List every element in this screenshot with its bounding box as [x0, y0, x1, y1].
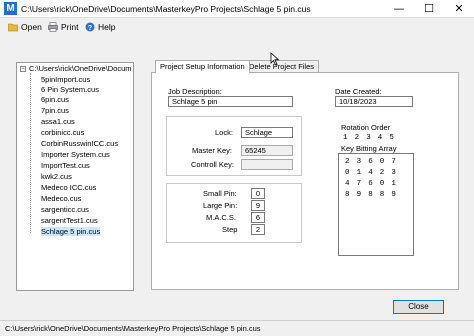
master-key-label: Master Key: — [192, 146, 233, 155]
close-window-button[interactable]: ✕ — [444, 0, 474, 18]
tree-item[interactable]: 7pin.cus — [41, 106, 69, 115]
date-created-input[interactable]: 10/18/2023 — [335, 96, 413, 107]
macs-field[interactable]: 6 — [251, 212, 265, 223]
master-key-field: 65245 — [241, 145, 293, 156]
lock-label: Lock: — [215, 128, 233, 137]
small-pin-label: Small Pin: — [203, 189, 237, 198]
tree-item[interactable]: sargenticc.cus — [41, 205, 89, 214]
project-setup-panel: Job Description: Schlage 5 pin Date Crea… — [151, 72, 459, 290]
tree-item[interactable]: Importer System.cus — [41, 150, 110, 159]
help-icon: ? — [85, 22, 95, 32]
close-button[interactable]: Close — [393, 300, 444, 314]
mouse-cursor-icon — [270, 52, 280, 66]
status-bar: C:\Users\rick\OneDrive\Documents\Masterk… — [0, 320, 474, 336]
tree-item[interactable]: 6pin.cus — [41, 95, 69, 104]
maximize-button[interactable]: ☐ — [414, 0, 444, 18]
tree-root[interactable]: C:\Users\rick\OneDrive\Docum — [29, 64, 132, 73]
step-field[interactable]: 2 — [251, 224, 265, 235]
key-bitting-array-label: Key Bitting Array — [341, 144, 397, 153]
open-menu-item[interactable]: Open — [8, 21, 42, 33]
bitting-row: 2 3 6 0 7 — [345, 158, 398, 166]
job-description-input[interactable]: Schlage 5 pin — [168, 96, 293, 107]
collapse-icon[interactable]: − — [20, 66, 26, 72]
tree-item[interactable]: ImportTest.cus — [41, 161, 90, 170]
rotation-order-label: Rotation Order — [341, 123, 391, 132]
help-menu-item[interactable]: ? Help — [85, 21, 115, 33]
folder-icon — [8, 23, 18, 32]
title-bar: M C:\Users\rick\OneDrive\Documents\Maste… — [0, 0, 474, 18]
help-label: Help — [98, 22, 116, 32]
key-bitting-array[interactable]: 2 3 6 0 7 0 1 4 2 3 4 7 6 0 1 8 9 8 8 9 — [338, 153, 414, 256]
bitting-row: 0 1 4 2 3 — [345, 169, 398, 177]
job-description-label: Job Description: — [168, 87, 222, 96]
step-label: Step — [222, 225, 238, 234]
tree-item[interactable]: 5pinImport.cus — [41, 75, 90, 84]
tree-item[interactable]: sargentTest1.cus — [41, 216, 98, 225]
lock-groupbox: Lock: Schlage Master Key: 65245 Controll… — [166, 116, 302, 176]
tree-item[interactable]: Medeco ICC.cus — [41, 183, 96, 192]
date-created-label: Date Created: — [335, 87, 382, 96]
bitting-row: 8 9 8 8 9 — [345, 191, 398, 199]
menu-bar: Open Print ? Help — [0, 19, 474, 35]
rotation-order-value: 1 2 3 4 5 — [343, 134, 396, 142]
print-label: Print — [61, 22, 79, 32]
tree-item[interactable]: CorbinRusswinICC.cus — [41, 139, 118, 148]
svg-text:?: ? — [88, 25, 92, 32]
tab-control: Project Setup Information Delete Project… — [151, 60, 459, 290]
tree-item-selected[interactable]: Schlage 5 pin.cus — [41, 227, 101, 236]
tab-project-setup[interactable]: Project Setup Information — [155, 60, 250, 73]
printer-icon — [48, 22, 58, 32]
bitting-row: 4 7 6 0 1 — [345, 180, 398, 188]
file-tree[interactable]: − C:\Users\rick\OneDrive\Docum 5pinImpor… — [16, 62, 134, 291]
pin-settings-groupbox: Small Pin: 0 Large Pin: 9 M.A.C.S. 6 Ste… — [166, 183, 302, 243]
tree-item[interactable]: kwk2.cus — [41, 172, 72, 181]
macs-label: M.A.C.S. — [206, 213, 237, 222]
tree-item[interactable]: corbinicc.cus — [41, 128, 84, 137]
tree-item[interactable]: Medeco.cus — [41, 194, 81, 203]
tree-connector-line — [30, 73, 31, 233]
tree-item[interactable]: 6 Pin System.cus — [41, 85, 99, 94]
control-key-label: Controll Key: — [191, 160, 234, 169]
tab-delete-project-files[interactable]: Delete Project Files — [244, 60, 320, 72]
large-pin-label: Large Pin: — [203, 201, 238, 210]
status-path: C:\Users\rick\OneDrive\Documents\Masterk… — [5, 324, 261, 333]
print-menu-item[interactable]: Print — [48, 21, 78, 33]
control-key-field — [241, 159, 293, 170]
window-title: C:\Users\rick\OneDrive\Documents\Masterk… — [21, 4, 311, 14]
minimize-button[interactable]: — — [384, 0, 414, 18]
tree-item[interactable]: assa1.cus — [41, 117, 75, 126]
open-label: Open — [21, 22, 42, 32]
lock-input[interactable]: Schlage — [241, 127, 293, 138]
small-pin-field[interactable]: 0 — [251, 188, 265, 199]
large-pin-field[interactable]: 9 — [251, 200, 265, 211]
app-icon: M — [4, 2, 17, 15]
